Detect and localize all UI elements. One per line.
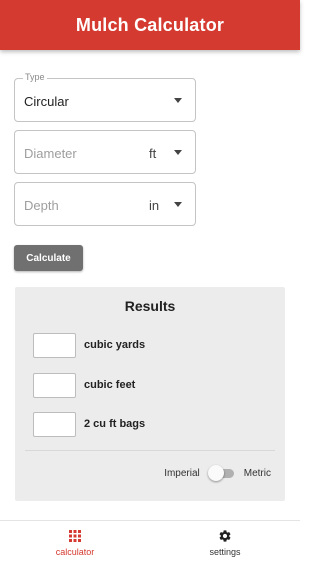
depth-unit-select[interactable]: in [149,198,159,213]
diameter-field[interactable]: Diameter ft [14,130,196,174]
result-row-bags: 2 cu ft bags [33,411,145,437]
nav-label-calculator: calculator [55,547,95,557]
metric-label: Metric [243,467,271,479]
results-divider [25,450,275,451]
depth-placeholder: Depth [24,198,59,213]
results-panel: Results cubic yards cubic feet 2 cu ft b… [15,287,285,501]
bags-output [33,411,76,437]
nav-item-settings[interactable]: settings [150,521,300,561]
type-dropdown-arrow-icon [174,98,182,103]
cubic-feet-label: cubic feet [84,379,136,391]
results-title: Results [124,298,176,314]
type-legend: Type [23,72,47,82]
grid-icon [69,530,81,542]
app-bar: Mulch Calculator [0,0,300,50]
type-select[interactable]: Type Circular [14,72,196,122]
switch-thumb[interactable] [207,465,224,481]
cubic-feet-output [33,372,76,398]
app-title: Mulch Calculator [75,14,225,35]
type-value: Circular [24,94,69,109]
unit-system-toggle: Imperial Metric [164,465,271,481]
result-row-cubic-feet: cubic feet [33,372,135,398]
unit-switch[interactable] [207,465,236,481]
result-row-cubic-yards: cubic yards [33,332,145,358]
nav-item-calculator[interactable]: calculator [0,521,150,561]
cubic-yards-output [33,332,76,358]
diameter-unit-select[interactable]: ft [149,146,156,161]
bottom-navigation: calculator settings [0,520,300,561]
diameter-unit-arrow-icon[interactable] [174,150,182,155]
nav-label-settings: settings [209,547,241,557]
bags-label: 2 cu ft bags [84,418,146,430]
gear-icon [219,530,231,542]
cubic-yards-label: cubic yards [84,339,146,351]
imperial-label: Imperial [164,467,200,479]
diameter-placeholder: Diameter [24,146,77,161]
calculate-button[interactable]: Calculate [14,245,83,271]
depth-unit-arrow-icon[interactable] [174,202,182,207]
depth-field[interactable]: Depth in [14,182,196,226]
